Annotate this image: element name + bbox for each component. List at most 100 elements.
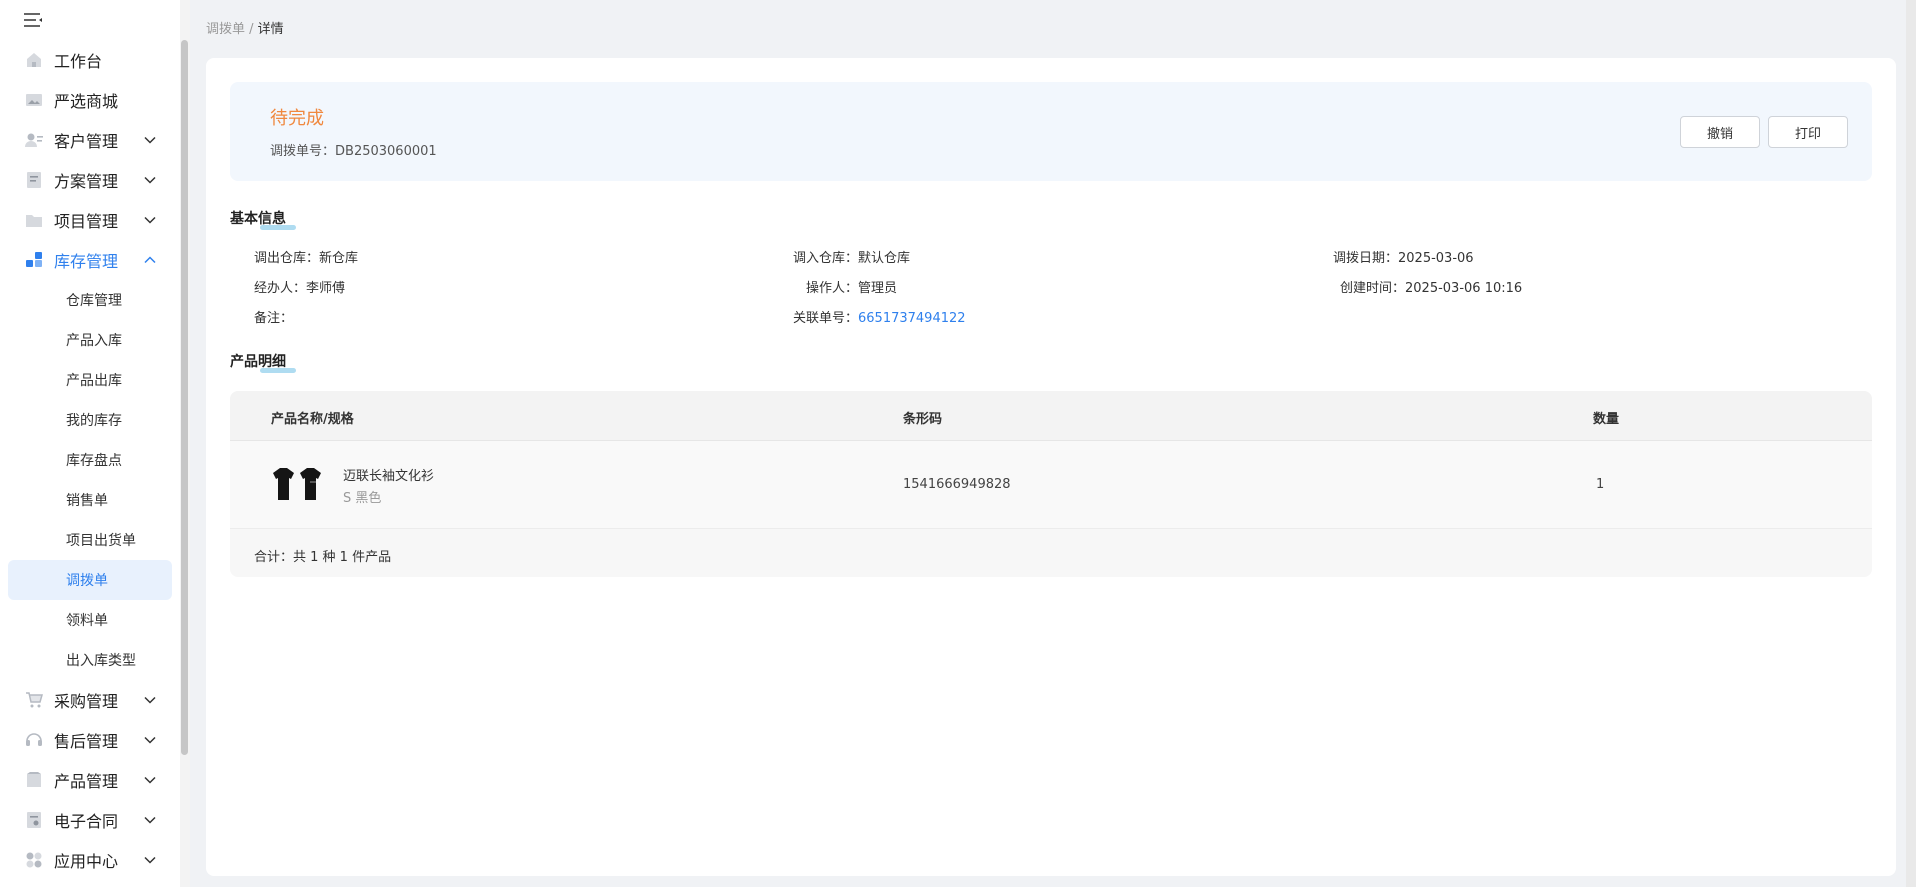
column-header-qty: 数量 (1593, 412, 1620, 427)
customer-icon (24, 130, 44, 150)
sidebar-item-contracts[interactable]: 电子合同 (0, 800, 180, 840)
basic-info-title-text: 基本信息 (230, 211, 286, 227)
box-icon (24, 770, 44, 790)
detail-card: 待完成 调拨单号：DB2503060001 撤销 打印 基本信息 调出仓库：新仓… (206, 58, 1896, 876)
in-warehouse-label: 调入仓库： (793, 251, 859, 266)
cart-icon (24, 690, 44, 710)
headset-icon (24, 730, 44, 750)
created-time-label: 创建时间： (1340, 281, 1406, 296)
sidebar-item-mall[interactable]: 严选商城 (0, 80, 180, 120)
product-thumbnail (270, 465, 324, 501)
product-detail-title-text: 产品明细 (230, 354, 286, 370)
sidebar-subitem-stocktake[interactable]: 库存盘点 (8, 440, 172, 480)
product-spec: S 黑色 (343, 491, 382, 506)
basic-info-title: 基本信息 (230, 208, 296, 230)
sidebar-item-workbench[interactable]: 工作台 (0, 40, 180, 80)
sidebar: 工作台 严选商城 客户管理 方案管理 项目管理 库存管理 仓库管理 产品入库 产… (0, 0, 190, 887)
sidebar-subitem-my-stock[interactable]: 我的库存 (8, 400, 172, 440)
menu-collapse-icon[interactable] (22, 10, 44, 30)
status-text: 待完成 (270, 108, 324, 129)
sidebar-item-app-center[interactable]: 应用中心 (0, 840, 180, 880)
sidebar-item-label: 严选商城 (54, 92, 119, 111)
sidebar-item-label: 工作台 (54, 52, 103, 71)
chevron-down-icon (144, 216, 156, 224)
out-warehouse-value: 新仓库 (319, 251, 359, 266)
order-number-label: 调拨单号： (270, 144, 336, 159)
breadcrumb: 调拨单 / 详情 (206, 18, 284, 37)
sidebar-subitem-project-shipment[interactable]: 项目出货单 (8, 520, 172, 560)
remark-label: 备注： (254, 311, 294, 326)
sidebar-item-products[interactable]: 产品管理 (0, 760, 180, 800)
related-order-field: 关联单号：6651737494122 (793, 307, 966, 326)
sidebar-subitem-warehouse[interactable]: 仓库管理 (8, 280, 172, 320)
transfer-date-value: 2025-03-06 (1398, 251, 1474, 266)
sidebar-menu: 工作台 严选商城 客户管理 方案管理 项目管理 库存管理 仓库管理 产品入库 产… (0, 40, 180, 880)
sidebar-item-label: 采购管理 (54, 692, 119, 711)
revoke-button[interactable]: 撤销 (1680, 116, 1760, 148)
breadcrumb-parent[interactable]: 调拨单 (206, 22, 245, 37)
in-warehouse-value: 默认仓库 (858, 251, 911, 266)
column-header-name: 产品名称/规格 (271, 412, 354, 427)
order-number: 调拨单号：DB2503060001 (270, 140, 437, 159)
chevron-down-icon (144, 696, 156, 704)
operator-label: 操作人： (806, 281, 859, 296)
transfer-date-label: 调拨日期： (1333, 251, 1399, 266)
handler-field: 经办人：李师傅 (254, 277, 345, 296)
product-detail-title: 产品明细 (230, 351, 296, 373)
table-header: 产品名称/规格 条形码 数量 (230, 391, 1872, 441)
sidebar-subitem-sales-order[interactable]: 销售单 (8, 480, 172, 520)
remark-field: 备注： (254, 307, 293, 326)
related-order-label: 关联单号： (793, 311, 859, 326)
contract-icon (24, 810, 44, 830)
order-number-value: DB2503060001 (335, 144, 437, 159)
breadcrumb-separator: / (245, 22, 258, 37)
product-name: 迈联长袖文化衫 (343, 469, 435, 484)
created-time-value: 2025-03-06 10:16 (1405, 281, 1523, 296)
chevron-up-icon (144, 256, 156, 264)
sidebar-item-label: 应用中心 (54, 852, 119, 871)
out-warehouse-field: 调出仓库：新仓库 (254, 247, 358, 266)
sidebar-item-label: 库存管理 (54, 252, 119, 271)
chevron-down-icon (144, 136, 156, 144)
created-time-field: 创建时间：2025-03-06 10:16 (1340, 277, 1522, 296)
chevron-down-icon (144, 736, 156, 744)
handler-label: 经办人： (254, 281, 307, 296)
sidebar-item-projects[interactable]: 项目管理 (0, 200, 180, 240)
sidebar-item-label: 客户管理 (54, 132, 119, 151)
sidebar-item-purchasing[interactable]: 采购管理 (0, 680, 180, 720)
image-icon (24, 90, 44, 110)
status-panel: 待完成 调拨单号：DB2503060001 撤销 打印 (230, 82, 1872, 181)
print-button[interactable]: 打印 (1768, 116, 1848, 148)
folder-icon (24, 210, 44, 230)
column-header-barcode: 条形码 (903, 412, 943, 427)
sidebar-subitem-transfer-order[interactable]: 调拨单 (8, 560, 172, 600)
sidebar-item-customers[interactable]: 客户管理 (0, 120, 180, 160)
sidebar-item-plans[interactable]: 方案管理 (0, 160, 180, 200)
page-scroll-track (1906, 0, 1916, 887)
operator-value: 管理员 (858, 281, 898, 296)
in-warehouse-field: 调入仓库：默认仓库 (793, 247, 910, 266)
chevron-down-icon (144, 776, 156, 784)
apps-icon (24, 850, 44, 870)
related-order-link[interactable]: 6651737494122 (858, 311, 966, 326)
sidebar-item-label: 项目管理 (54, 212, 119, 231)
sidebar-subitem-stock-in[interactable]: 产品入库 (8, 320, 172, 360)
document-icon (24, 170, 44, 190)
sidebar-item-label: 方案管理 (54, 172, 119, 191)
sidebar-item-after-sales[interactable]: 售后管理 (0, 720, 180, 760)
transfer-date-field: 调拨日期：2025-03-06 (1333, 247, 1474, 266)
sidebar-subitem-stock-out[interactable]: 产品出库 (8, 360, 172, 400)
table-row: 迈联长袖文化衫 S 黑色 1541666949828 1 (230, 441, 1872, 529)
sidebar-item-inventory[interactable]: 库存管理 (0, 240, 180, 280)
sidebar-subitem-requisition[interactable]: 领料单 (8, 600, 172, 640)
handler-value: 李师傅 (306, 281, 346, 296)
sidebar-subitem-io-types[interactable]: 出入库类型 (8, 640, 172, 680)
sidebar-item-label: 电子合同 (54, 812, 119, 831)
out-warehouse-label: 调出仓库： (254, 251, 320, 266)
product-quantity: 1 (1596, 477, 1605, 492)
inventory-icon (24, 250, 44, 270)
chevron-down-icon (144, 816, 156, 824)
sidebar-scrollbar[interactable] (181, 40, 188, 755)
chevron-down-icon (144, 856, 156, 864)
chevron-down-icon (144, 176, 156, 184)
